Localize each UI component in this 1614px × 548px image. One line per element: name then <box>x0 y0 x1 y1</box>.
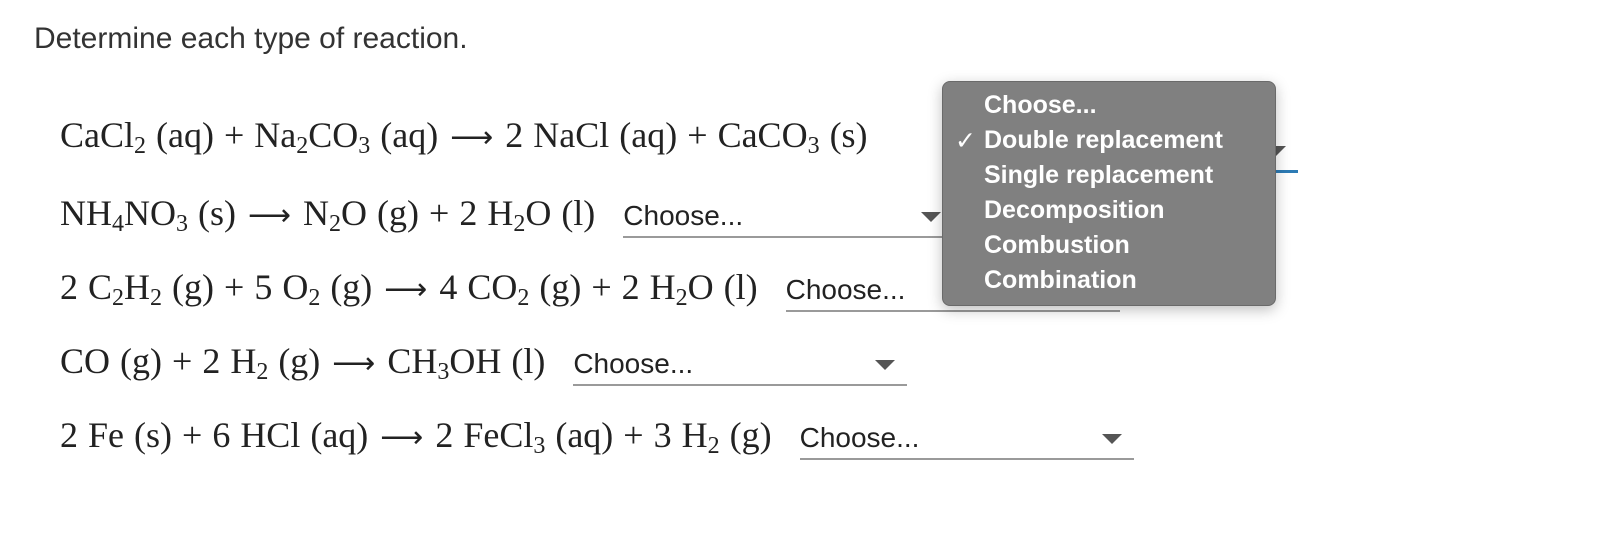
reaction-row-1: CaCl2 (aq) + Na2CO3 (aq) ⟶ 2 NaCl (aq) + CaCO3 (s) <box>60 112 868 162</box>
reaction-row-2: NH4NO3 (s) ⟶ N2O (g) +2 H2O (l) Choose... <box>60 190 954 240</box>
reaction-row-5: 2 Fe (s) +6 HCl (aq) ⟶ 2 FeCl3 (aq) +3 H2 (g) Choose… <box>60 412 1134 462</box>
dropdown-option-double-replacement[interactable]: ✓ Double replacement <box>943 123 1275 158</box>
dropdown-option-single-replacement[interactable]: Single replacement <box>943 158 1275 193</box>
reaction-2-select-value: Choose... <box>623 200 744 231</box>
reaction-5-equation: 2 Fe (s) +6 HCl (aq) ⟶ 2 FeCl3 (aq) +3 H2 (g) <box>60 415 772 459</box>
checkmark-icon: ✓ <box>955 126 976 155</box>
reaction-5-select[interactable]: Choose... <box>799 414 1134 460</box>
reaction-5-select-value: Choose... <box>799 422 920 453</box>
reaction-2-select[interactable]: Choose... <box>623 192 954 238</box>
reaction-type-dropdown-menu: Choose... ✓ Double replacement Single re… <box>942 81 1276 306</box>
reaction-4-select-value: Choose... <box>573 348 694 379</box>
reaction-1-equation: CaCl2 (aq) + Na2CO3 (aq) ⟶ 2 NaCl (aq) + CaCO3 (s) <box>60 115 868 159</box>
dropdown-option-choose[interactable]: Choose... <box>943 88 1275 123</box>
reaction-4-select[interactable]: Choose... <box>573 340 908 386</box>
reaction-3-select-value: Choose... <box>785 274 906 305</box>
dropdown-option-combustion[interactable]: Combustion <box>943 228 1275 263</box>
reaction-row-4: CO (g) +2 H2 (g) ⟶ CH3OH (l) Choose... <box>60 338 908 388</box>
chevron-down-icon <box>875 360 896 370</box>
reaction-4-equation: CO (g) +2 H2 (g) ⟶ CH3OH (l) <box>60 341 546 385</box>
reaction-2-equation: NH4NO3 (s) ⟶ N2O (g) +2 H2O (l) <box>60 193 596 237</box>
chevron-down-icon <box>921 212 942 222</box>
dropdown-option-combination[interactable]: Combination <box>943 263 1275 298</box>
chevron-down-icon <box>1101 434 1122 444</box>
dropdown-option-decomposition[interactable]: Decomposition <box>943 193 1275 228</box>
question-prompt: Determine each type of reaction. <box>34 22 468 55</box>
reaction-3-equation: 2 C2H2 (g) +5 O2 (g) ⟶ 4 CO2 (g) +2 H2O (l) <box>60 267 758 311</box>
